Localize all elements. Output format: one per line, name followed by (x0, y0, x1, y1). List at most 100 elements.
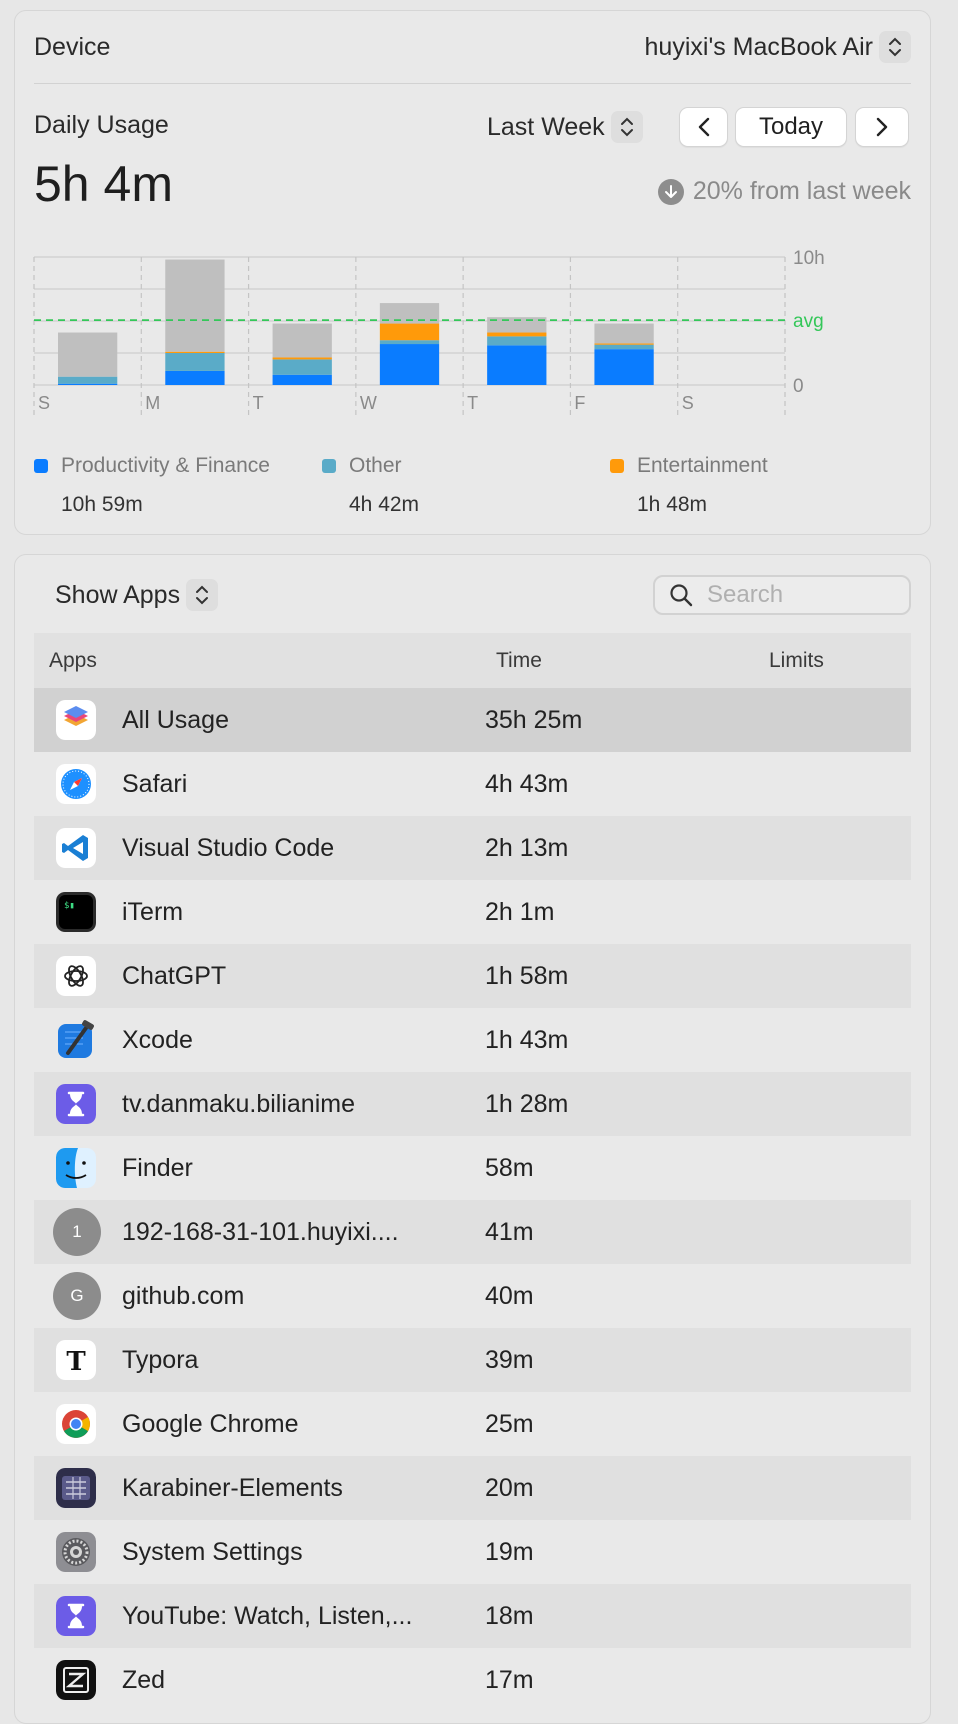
table-row[interactable]: 1 192-168-31-101.huyixi.... 41m (34, 1200, 911, 1264)
app-name: Finder (122, 1154, 193, 1182)
legend-total: 4h 42m (349, 493, 420, 516)
table-row[interactable]: $▮ iTerm 2h 1m (34, 880, 911, 944)
x-tick-label: F (574, 393, 585, 413)
search-field[interactable] (653, 575, 911, 615)
x-tick-label: T (253, 393, 264, 413)
legend-label: Other (349, 454, 402, 477)
bar-segment-other (487, 336, 547, 346)
legend-item: Entertainment (610, 454, 768, 478)
app-name: YouTube: Watch, Listen,... (122, 1602, 413, 1630)
table-row[interactable]: T Typora 39m (34, 1328, 911, 1392)
layers-icon (56, 700, 96, 740)
bar-segment-entertainment (165, 351, 225, 353)
finder-icon (56, 1148, 96, 1188)
safari-icon (56, 764, 96, 804)
table-row[interactable]: Ggithub.com 40m (34, 1264, 911, 1328)
bar-segment-remaining (165, 259, 225, 352)
karabiner-icon (56, 1468, 96, 1508)
app-time: 2h 1m (485, 898, 555, 926)
show-apps-select[interactable]: Show Apps (55, 579, 219, 611)
table-row[interactable]: Zed 17m (34, 1648, 911, 1712)
search-icon (670, 584, 693, 607)
bar-segment-remaining (272, 323, 332, 358)
xcode-icon (56, 1020, 96, 1060)
search-input[interactable] (705, 580, 889, 610)
apps-panel: Show Apps Apps Time Limits All Usage 35h … (14, 554, 931, 1724)
svg-text:T: T (66, 1347, 86, 1377)
app-time: 19m (485, 1538, 534, 1566)
app-time: 4h 43m (485, 770, 569, 798)
hourglass-icon (56, 1084, 96, 1124)
settings-icon (56, 1532, 96, 1572)
letter-icon: 1 (53, 1208, 101, 1256)
bar-segment-remaining (594, 323, 654, 344)
app-time: 1h 28m (485, 1090, 569, 1118)
bar-segment-other (165, 353, 225, 371)
table-row[interactable]: Visual Studio Code 2h 13m (34, 816, 911, 880)
legend-swatch (34, 459, 48, 473)
bar-segment-entertainment (487, 332, 547, 337)
app-name: Xcode (122, 1026, 193, 1054)
column-header-apps[interactable]: Apps (49, 649, 97, 673)
bar-segment-productivity (58, 383, 118, 385)
y-tick-label: 10h (793, 248, 825, 269)
bar-segment-entertainment (594, 343, 654, 345)
app-name: Karabiner-Elements (122, 1474, 343, 1502)
app-name: 192-168-31-101.huyixi.... (122, 1218, 399, 1246)
table-row[interactable]: Finder 58m (34, 1136, 911, 1200)
chrome-icon (56, 1404, 96, 1444)
bar-segment-entertainment (272, 357, 332, 360)
x-tick-label: W (360, 393, 377, 413)
column-header-limits[interactable]: Limits (769, 649, 824, 673)
y-tick-label: avg (793, 311, 824, 332)
y-tick-label: 0 (793, 376, 804, 397)
bar-segment-entertainment (379, 323, 440, 341)
app-name: System Settings (122, 1538, 303, 1566)
bar-segment-productivity (594, 349, 654, 385)
typora-icon: T (56, 1340, 96, 1380)
app-time: 2h 13m (485, 834, 569, 862)
table-header: Apps Time Limits (34, 633, 911, 688)
app-time: 39m (485, 1346, 534, 1374)
bar-segment-productivity (379, 344, 440, 385)
x-tick-label: M (145, 393, 160, 413)
bar-segment-productivity (165, 370, 225, 385)
app-name: github.com (122, 1282, 245, 1310)
zed-icon (56, 1660, 96, 1700)
app-time: 18m (485, 1602, 534, 1630)
table-row[interactable]: Google Chrome 25m (34, 1392, 911, 1456)
table-row[interactable]: Karabiner-Elements 20m (34, 1456, 911, 1520)
app-time: 25m (485, 1410, 534, 1438)
table-row[interactable]: ChatGPT 1h 58m (34, 944, 911, 1008)
app-time: 17m (485, 1666, 534, 1694)
legend-swatch (322, 459, 336, 473)
table-row[interactable]: YouTube: Watch, Listen,... 18m (34, 1584, 911, 1648)
table-row[interactable]: tv.danmaku.bilianime 1h 28m (34, 1072, 911, 1136)
table-row[interactable]: Xcode 1h 43m (34, 1008, 911, 1072)
apps-table: Apps Time Limits All Usage 35h 25m Safari 4… (34, 633, 911, 1712)
iterm-icon: $▮ (56, 892, 96, 932)
table-row[interactable]: System Settings 19m (34, 1520, 911, 1584)
column-header-time[interactable]: Time (496, 649, 542, 673)
app-name: Typora (122, 1346, 199, 1374)
legend-swatch (610, 459, 624, 473)
table-row[interactable]: Safari 4h 43m (34, 752, 911, 816)
legend-label: Productivity & Finance (61, 454, 270, 477)
svg-text:$▮: $▮ (64, 901, 75, 911)
bar-segment-other (379, 340, 440, 345)
legend-total: 1h 48m (637, 493, 708, 516)
app-name: Zed (122, 1666, 166, 1694)
usage-panel: Device huyixi's MacBook Air Daily Usage … (14, 10, 931, 535)
bar-segment-other (594, 344, 654, 350)
chatgpt-icon (56, 956, 96, 996)
table-row[interactable]: All Usage 35h 25m (34, 688, 911, 752)
legend-item: Other (322, 454, 402, 478)
daily-usage-chart: S M T W T F S 10h avg 0 (33, 248, 825, 415)
x-tick-label: S (682, 393, 694, 413)
app-name: tv.danmaku.bilianime (122, 1090, 355, 1118)
app-name: All Usage (122, 706, 229, 734)
vscode-icon (56, 828, 96, 868)
app-time: 1h 58m (485, 962, 569, 990)
app-name: ChatGPT (122, 962, 227, 990)
bar-segment-other (272, 359, 332, 375)
